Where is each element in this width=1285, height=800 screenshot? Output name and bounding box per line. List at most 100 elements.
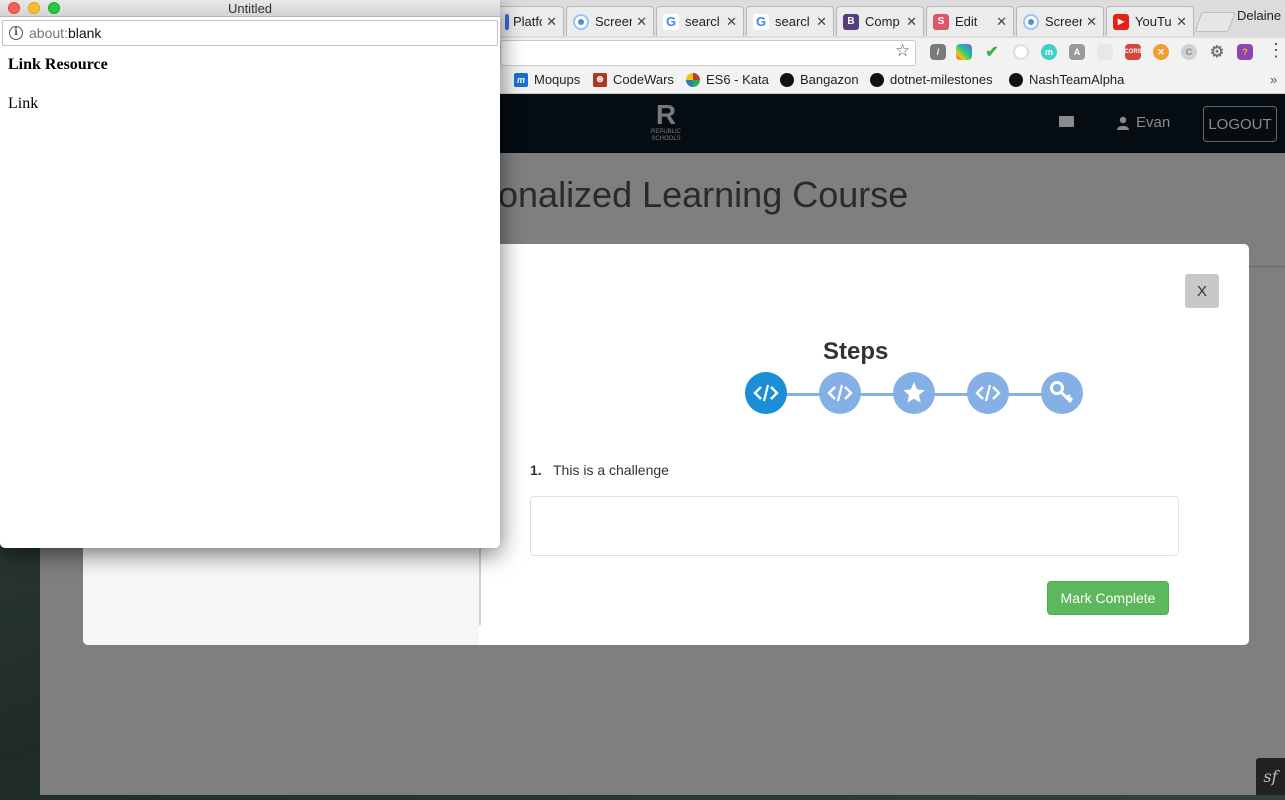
- record-icon: [573, 13, 589, 30]
- page-icon: [505, 13, 509, 30]
- more-bookmarks-icon[interactable]: »: [1270, 72, 1277, 87]
- popup-titlebar[interactable]: Untitled: [0, 0, 500, 17]
- angular-extension-icon[interactable]: A: [1069, 44, 1085, 60]
- bookmark-moqups[interactable]: m Moqups: [514, 72, 580, 87]
- popup-heading: Link Resource: [8, 56, 108, 73]
- republic-schools-logo[interactable]: R REPUBLIC SCHOOLS: [648, 101, 684, 147]
- bookmark-star-icon[interactable]: ☆: [895, 41, 910, 61]
- info-icon[interactable]: i: [9, 26, 23, 40]
- codewars-icon: ⊛: [593, 72, 607, 87]
- close-icon[interactable]: ✕: [726, 14, 737, 30]
- page-title: sonalized Learning Course: [480, 174, 909, 215]
- bookmark-codewars[interactable]: ⊛ CodeWars: [593, 72, 674, 87]
- popup-link[interactable]: Link: [8, 95, 38, 113]
- close-icon[interactable]: ✕: [816, 14, 827, 30]
- step-1-code[interactable]: [745, 372, 787, 414]
- tab-label: Screer: [595, 14, 633, 29]
- popup-title: Untitled: [227, 1, 273, 16]
- step-5-key[interactable]: [1041, 372, 1083, 414]
- new-tab-button[interactable]: [1194, 12, 1236, 32]
- moqups-icon: m: [514, 72, 528, 87]
- tab-screencast-2[interactable]: Screer ✕: [1016, 6, 1104, 36]
- github-icon: [870, 72, 884, 87]
- step-2-code[interactable]: [819, 372, 861, 414]
- modal-close-button[interactable]: X: [1185, 274, 1219, 308]
- cors-extension-icon[interactable]: CORS: [1124, 44, 1142, 60]
- symfony-toolbar-icon[interactable]: sf: [1256, 758, 1285, 795]
- close-icon[interactable]: ✕: [1176, 14, 1187, 30]
- tab-label: Screer: [1045, 14, 1083, 29]
- tab-search-1[interactable]: G searcl ✕: [656, 6, 744, 36]
- url-scheme: about:: [29, 25, 68, 41]
- mark-complete-button[interactable]: Mark Complete: [1047, 581, 1169, 615]
- github-icon: [1009, 72, 1023, 87]
- tab-screencast-1[interactable]: Screer ✕: [566, 6, 654, 36]
- star-icon: [903, 382, 925, 403]
- github-icon: [780, 72, 794, 87]
- mail-icon[interactable]: [1059, 116, 1074, 127]
- address-bar[interactable]: [500, 40, 916, 66]
- logo-sub2: SCHOOLS: [651, 136, 681, 142]
- logo-letter: R: [655, 99, 677, 130]
- divider: [1249, 266, 1285, 267]
- tab-label: searcl: [775, 14, 810, 29]
- challenge-text: This is a challenge: [553, 462, 669, 478]
- tab-edit[interactable]: S Edit ✕: [926, 6, 1014, 36]
- bookmark-bangazon[interactable]: Bangazon: [780, 72, 859, 87]
- bookmark-label: Bangazon: [800, 72, 859, 87]
- grid-extension-icon[interactable]: [1097, 44, 1113, 60]
- tab-platform[interactable]: Platfor ✕: [498, 6, 564, 36]
- google-icon: G: [753, 13, 769, 30]
- close-icon[interactable]: ✕: [996, 14, 1007, 30]
- close-icon[interactable]: ✕: [1086, 14, 1097, 30]
- bookmark-label: CodeWars: [613, 72, 674, 87]
- tab-label: Platfor: [513, 14, 542, 29]
- logo-sub1: REPUBLIC: [650, 129, 681, 135]
- step-3-star[interactable]: [893, 372, 935, 414]
- eyedropper-extension-icon[interactable]: /: [930, 44, 946, 60]
- user-name: Evan: [1136, 114, 1171, 131]
- orange-extension-icon[interactable]: ✕: [1153, 44, 1169, 60]
- step-4-code[interactable]: [967, 372, 1009, 414]
- youtube-icon: ▶: [1113, 13, 1129, 30]
- steps-title: Steps: [823, 338, 889, 365]
- tab-search-2[interactable]: G searcl ✕: [746, 6, 834, 36]
- m-extension-icon[interactable]: m: [1041, 44, 1057, 60]
- challenge-answer-box[interactable]: [530, 496, 1179, 556]
- tab-label: Edit: [955, 14, 978, 29]
- user-icon: [1117, 116, 1129, 130]
- key-icon: [1050, 381, 1074, 404]
- tab-label: YouTul: [1135, 14, 1173, 29]
- check-extension-icon[interactable]: ✔: [984, 44, 1000, 61]
- popup-address-bar[interactable]: i about: blank: [2, 20, 498, 46]
- c-extension-icon[interactable]: C: [1181, 44, 1197, 60]
- tab-youtube[interactable]: ▶ YouTul ✕: [1106, 6, 1194, 36]
- code-icon: [753, 384, 779, 402]
- profile-name[interactable]: Delaine: [1237, 8, 1281, 23]
- kata-icon: [686, 72, 700, 87]
- chrome-menu-icon[interactable]: ⋮: [1267, 40, 1285, 60]
- user-menu[interactable]: Evan: [1116, 114, 1170, 131]
- bookmark-nashteamalpha[interactable]: NashTeamAlpha: [1009, 72, 1124, 87]
- bookmark-label: Moqups: [534, 72, 581, 87]
- bookmark-label: ES6 - Kata: [706, 72, 769, 87]
- close-icon[interactable]: ✕: [906, 14, 917, 30]
- gear-extension-icon[interactable]: ⚙: [1209, 44, 1225, 61]
- popup-window: Untitled i about: blank Link Resource Li…: [0, 0, 500, 548]
- circle-extension-icon[interactable]: [1013, 44, 1029, 60]
- close-icon[interactable]: ✕: [636, 14, 647, 30]
- url-path: blank: [67, 25, 102, 41]
- code-icon: [827, 384, 853, 402]
- close-icon[interactable]: ✕: [546, 14, 557, 30]
- record-icon: [1023, 13, 1039, 30]
- bookmark-es6-kata[interactable]: ES6 - Kata: [686, 72, 769, 87]
- bookmark-label: dotnet-milestones: [890, 72, 993, 87]
- bookmark-dotnet-milestones[interactable]: dotnet-milestones: [870, 72, 993, 87]
- logout-button[interactable]: LOGOUT: [1203, 106, 1277, 142]
- s-icon: S: [933, 13, 949, 30]
- colorful-extension-icon[interactable]: [956, 44, 972, 60]
- tab-label: searcl: [685, 14, 720, 29]
- help-extension-icon[interactable]: ?: [1237, 44, 1253, 60]
- bootstrap-icon: B: [843, 13, 859, 30]
- tab-components[interactable]: B Comp ✕: [836, 6, 924, 36]
